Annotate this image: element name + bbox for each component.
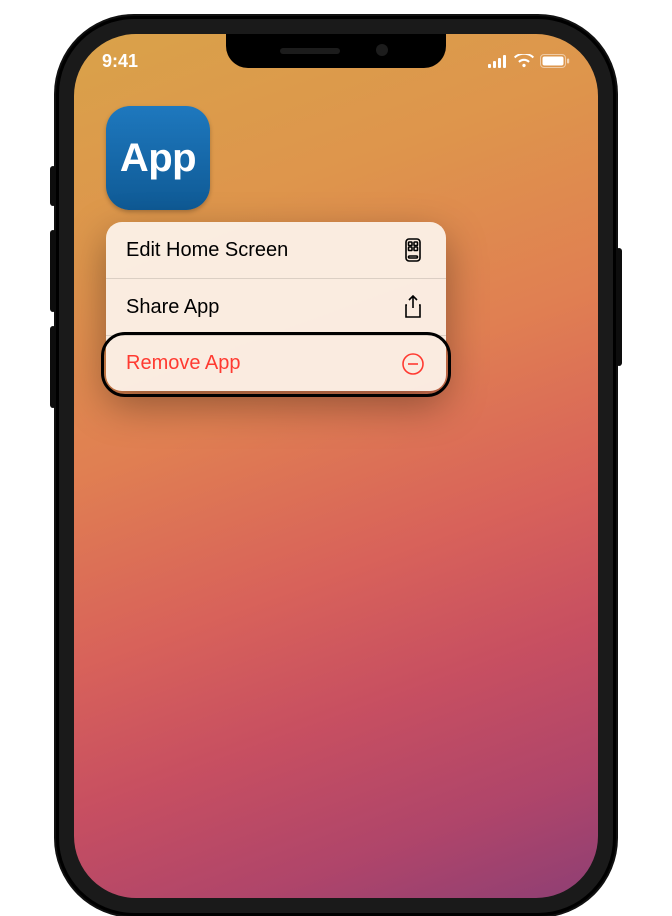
wifi-icon xyxy=(514,54,534,68)
phone-home-icon xyxy=(400,238,426,262)
volume-up-button xyxy=(50,230,56,312)
share-icon xyxy=(400,295,426,319)
menu-item-label: Share App xyxy=(126,296,219,319)
menu-item-label: Remove App xyxy=(126,352,241,375)
remove-icon xyxy=(400,353,426,375)
menu-item-edit-home-screen[interactable]: Edit Home Screen xyxy=(106,222,446,278)
status-time: 9:41 xyxy=(102,51,138,72)
iphone-frame: 9:41 App Edit Home S xyxy=(56,16,616,916)
menu-item-remove-app[interactable]: Remove App xyxy=(106,335,446,391)
status-bar: 9:41 xyxy=(74,44,598,78)
app-icon-label: App xyxy=(120,136,196,181)
menu-item-share-app[interactable]: Share App xyxy=(106,278,446,335)
side-button xyxy=(616,248,622,366)
status-indicators xyxy=(488,54,570,68)
battery-icon xyxy=(540,54,570,68)
home-screen: 9:41 App Edit Home S xyxy=(74,34,598,898)
menu-item-label: Edit Home Screen xyxy=(126,239,288,262)
app-icon[interactable]: App xyxy=(106,106,210,210)
volume-down-button xyxy=(50,326,56,408)
cellular-icon xyxy=(488,55,508,68)
iphone-mockup: 9:41 App Edit Home S xyxy=(0,0,672,664)
mute-switch xyxy=(50,166,56,206)
context-menu: Edit Home Screen Share App Remove App xyxy=(106,222,446,391)
